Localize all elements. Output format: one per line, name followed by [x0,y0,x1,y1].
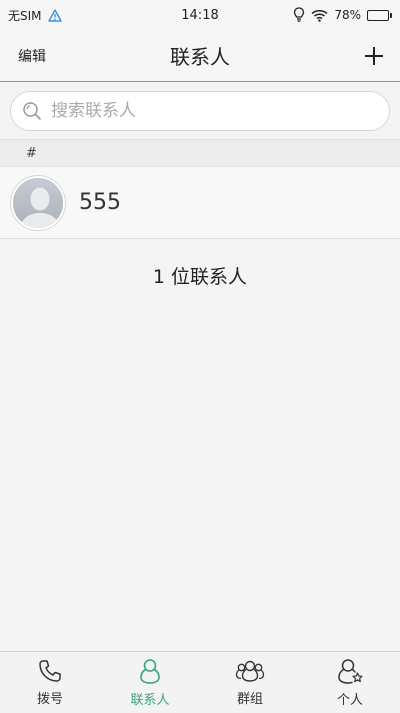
battery-icon [367,9,392,21]
add-contact-icon[interactable] [362,44,386,68]
tab-personal[interactable]: 个人 [300,652,400,713]
personal-icon [338,659,363,684]
status-right: 78% [293,7,392,23]
group-icon [235,660,265,682]
avatar [11,175,65,230]
tab-label: 群组 [236,692,263,707]
search-input[interactable] [51,101,379,121]
app-header: 编辑 联系人 [0,30,400,82]
tab-label: 联系人 [130,693,170,708]
status-left: 无SIM [8,7,62,24]
bottom-tab-bar: 拨号 联系人 群组 个人 [0,651,400,713]
carrier-text: 无SIM [8,8,42,23]
tab-label: 个人 [336,693,363,708]
search-box[interactable] [10,91,390,131]
search-icon [21,100,43,122]
contact-icon [140,659,160,684]
section-index-header: # [0,139,400,167]
person-silhouette-icon [13,177,63,228]
search-area [0,83,400,139]
tab-contacts[interactable]: 联系人 [100,652,200,713]
section-index-label: # [26,145,37,161]
bulb-icon [293,7,305,23]
battery-text: 78% [334,8,361,22]
tab-groups[interactable]: 群组 [200,652,300,713]
warning-icon [47,8,62,22]
wifi-icon [311,9,328,22]
page-title: 联系人 [170,45,230,69]
list-item[interactable]: 555 [0,167,400,239]
phone-icon [39,660,61,682]
contact-name: 555 [79,190,121,215]
tab-dialer[interactable]: 拨号 [0,652,100,713]
edit-button[interactable]: 编辑 [18,46,46,66]
tab-label: 拨号 [36,692,63,707]
contact-count: 1 位联系人 [152,266,248,288]
status-bar: 无SIM 14:18 78% [0,0,400,30]
